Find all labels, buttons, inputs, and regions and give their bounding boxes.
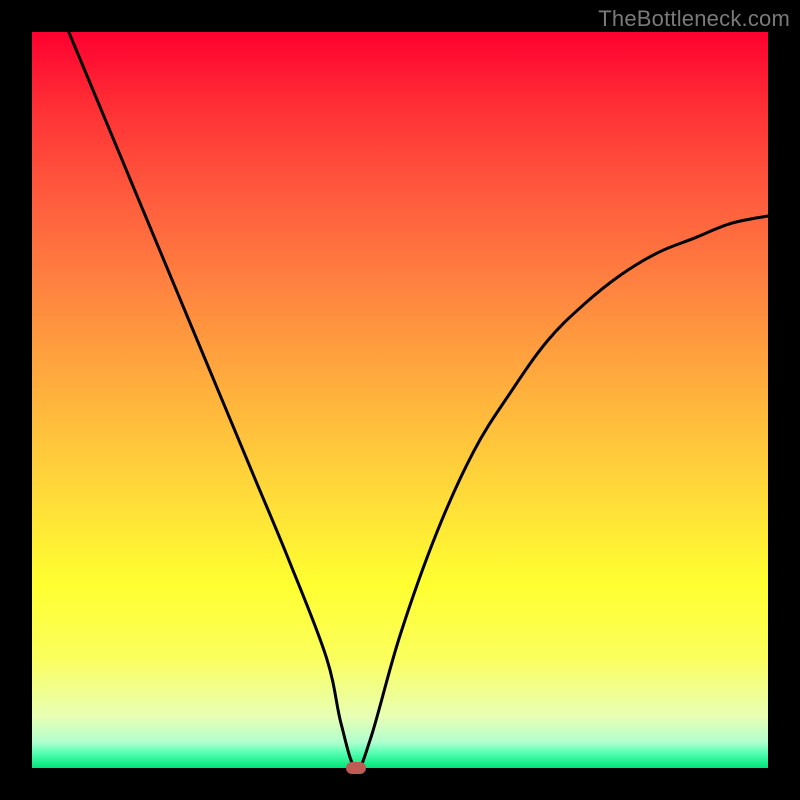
optimal-point-marker — [346, 762, 366, 774]
watermark-text: TheBottleneck.com — [598, 6, 790, 32]
plot-area — [32, 32, 768, 768]
chart-frame: TheBottleneck.com — [0, 0, 800, 800]
bottleneck-curve — [32, 32, 768, 768]
